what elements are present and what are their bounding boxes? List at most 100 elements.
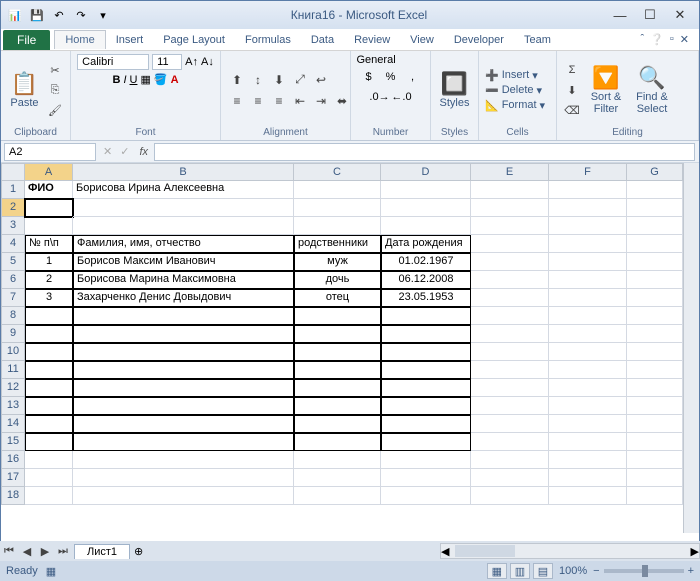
cell-D9[interactable]: [381, 325, 471, 343]
cell-D2[interactable]: [381, 199, 471, 217]
col-header-G[interactable]: G: [627, 163, 683, 181]
cell-D10[interactable]: [381, 343, 471, 361]
horizontal-scrollbar[interactable]: ◀ ▶: [440, 543, 700, 559]
cell-D16[interactable]: [381, 451, 471, 469]
cell-C16[interactable]: [294, 451, 381, 469]
cell-D6[interactable]: 06.12.2008: [381, 271, 471, 289]
new-sheet-icon[interactable]: ⊕: [134, 545, 143, 558]
cell-B5[interactable]: Борисов Максим Иванович: [73, 253, 294, 271]
cancel-formula-icon[interactable]: ✕: [99, 145, 116, 158]
macro-icon[interactable]: ▦: [46, 565, 56, 578]
prev-sheet-icon[interactable]: ◀: [18, 542, 36, 560]
tab-page-layout[interactable]: Page Layout: [153, 31, 235, 49]
cell-B7[interactable]: Захарченко Денис Довыдович: [73, 289, 294, 307]
undo-icon[interactable]: ↶: [49, 5, 69, 25]
cell-G10[interactable]: [627, 343, 683, 361]
grow-font-icon[interactable]: A↑: [185, 56, 198, 68]
zoom-out-icon[interactable]: −: [593, 565, 599, 577]
cell-F14[interactable]: [549, 415, 627, 433]
cell-C7[interactable]: отец: [294, 289, 381, 307]
help-icon[interactable]: ❔: [650, 33, 664, 46]
cell-B16[interactable]: [73, 451, 294, 469]
cell-E14[interactable]: [471, 415, 549, 433]
close-button[interactable]: ✕: [665, 5, 695, 25]
indent-dec-icon[interactable]: ⇤: [290, 91, 310, 111]
align-center-icon[interactable]: ≡: [248, 91, 268, 111]
cell-D18[interactable]: [381, 487, 471, 505]
bold-icon[interactable]: B: [112, 74, 120, 86]
cell-B2[interactable]: [73, 199, 294, 217]
row-header-11[interactable]: 11: [1, 361, 25, 379]
cell-B3[interactable]: [73, 217, 294, 235]
cell-A2[interactable]: [25, 199, 73, 217]
page-layout-view-icon[interactable]: ▥: [510, 563, 530, 579]
indent-inc-icon[interactable]: ⇥: [311, 91, 331, 111]
cell-F6[interactable]: [549, 271, 627, 289]
cell-B6[interactable]: Борисова Марина Максимовна: [73, 271, 294, 289]
row-header-15[interactable]: 15: [1, 433, 25, 451]
cell-B10[interactable]: [73, 343, 294, 361]
find-select-button[interactable]: 🔍Find & Select: [631, 58, 673, 122]
autosum-icon[interactable]: Σ: [563, 61, 581, 79]
scroll-thumb[interactable]: [455, 545, 515, 557]
cell-A14[interactable]: [25, 415, 73, 433]
cell-F5[interactable]: [549, 253, 627, 271]
cell-D12[interactable]: [381, 379, 471, 397]
cell-E8[interactable]: [471, 307, 549, 325]
cell-C17[interactable]: [294, 469, 381, 487]
fx-icon[interactable]: fx: [133, 146, 154, 158]
cell-A3[interactable]: [25, 217, 73, 235]
currency-icon[interactable]: $: [359, 68, 379, 86]
cell-G16[interactable]: [627, 451, 683, 469]
number-format[interactable]: General: [357, 54, 425, 66]
cell-B12[interactable]: [73, 379, 294, 397]
tab-home[interactable]: Home: [54, 30, 105, 49]
cell-G18[interactable]: [627, 487, 683, 505]
cell-G8[interactable]: [627, 307, 683, 325]
cell-G3[interactable]: [627, 217, 683, 235]
cell-A15[interactable]: [25, 433, 73, 451]
cell-G2[interactable]: [627, 199, 683, 217]
cell-D7[interactable]: 23.05.1953: [381, 289, 471, 307]
window-restore-icon[interactable]: ▫: [670, 33, 674, 46]
row-header-18[interactable]: 18: [1, 487, 25, 505]
name-box[interactable]: A2: [4, 143, 96, 161]
align-middle-icon[interactable]: ↕: [248, 70, 268, 90]
cell-D4[interactable]: Дата рождения: [381, 235, 471, 253]
row-header-14[interactable]: 14: [1, 415, 25, 433]
cell-B11[interactable]: [73, 361, 294, 379]
cell-E10[interactable]: [471, 343, 549, 361]
tab-data[interactable]: Data: [301, 31, 344, 49]
cell-F12[interactable]: [549, 379, 627, 397]
cell-E6[interactable]: [471, 271, 549, 289]
cell-C12[interactable]: [294, 379, 381, 397]
cell-D17[interactable]: [381, 469, 471, 487]
cell-A16[interactable]: [25, 451, 73, 469]
scroll-right-icon[interactable]: ▶: [691, 545, 699, 558]
cell-C10[interactable]: [294, 343, 381, 361]
cell-F3[interactable]: [549, 217, 627, 235]
insert-cells-button[interactable]: ➕ Insert ▾: [485, 69, 545, 82]
cell-G5[interactable]: [627, 253, 683, 271]
cell-G9[interactable]: [627, 325, 683, 343]
font-size[interactable]: 11: [152, 54, 182, 70]
cell-A4[interactable]: № п\п: [25, 235, 73, 253]
minimize-ribbon-icon[interactable]: ˆ: [641, 33, 645, 46]
row-header-10[interactable]: 10: [1, 343, 25, 361]
col-header-E[interactable]: E: [471, 163, 549, 181]
cell-C2[interactable]: [294, 199, 381, 217]
cell-E18[interactable]: [471, 487, 549, 505]
cell-C14[interactable]: [294, 415, 381, 433]
accept-formula-icon[interactable]: ✓: [116, 145, 133, 158]
cell-A8[interactable]: [25, 307, 73, 325]
cell-D1[interactable]: [381, 181, 471, 199]
italic-icon[interactable]: I: [123, 74, 126, 86]
cell-G4[interactable]: [627, 235, 683, 253]
cell-G7[interactable]: [627, 289, 683, 307]
cell-A5[interactable]: 1: [25, 253, 73, 271]
row-header-17[interactable]: 17: [1, 469, 25, 487]
cell-F4[interactable]: [549, 235, 627, 253]
cell-G12[interactable]: [627, 379, 683, 397]
cell-E3[interactable]: [471, 217, 549, 235]
cell-C9[interactable]: [294, 325, 381, 343]
